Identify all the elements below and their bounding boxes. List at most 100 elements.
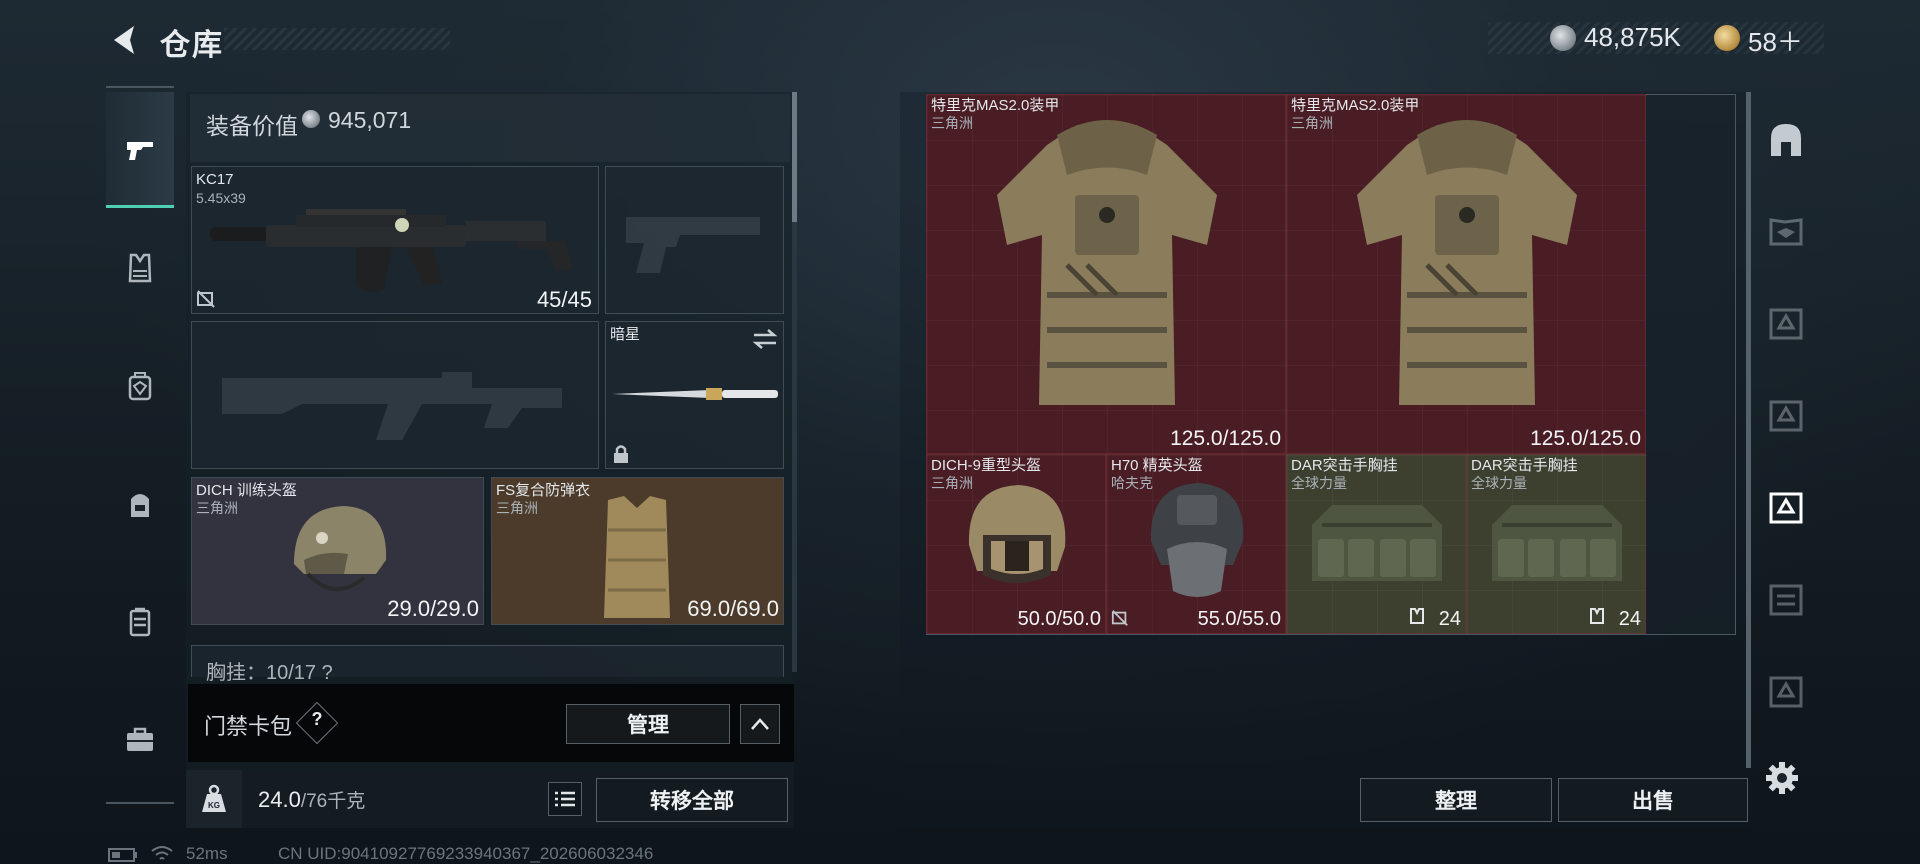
knife-image bbox=[612, 388, 778, 400]
left-nav bbox=[106, 86, 174, 804]
item-faction: 全球力量 bbox=[1471, 475, 1527, 491]
settings-gear-icon[interactable] bbox=[1764, 760, 1800, 796]
container-tab-icon bbox=[1769, 584, 1803, 616]
container-tab-active-icon bbox=[1769, 492, 1803, 524]
armor-faction: 三角洲 bbox=[496, 500, 538, 516]
slots-icon bbox=[1590, 608, 1604, 624]
ammo-count: 45/45 bbox=[536, 287, 592, 312]
helmet-slot[interactable]: DICH 训练头盔 三角洲 29.0/29.0 bbox=[191, 477, 484, 625]
nav-rig-tab[interactable] bbox=[106, 210, 174, 326]
armor-name: FS复合防弹衣 bbox=[496, 482, 591, 499]
page-title: 仓库 bbox=[160, 29, 224, 62]
gold-amount[interactable]: 58＋ bbox=[1748, 22, 1803, 59]
arch-icon bbox=[1771, 124, 1801, 156]
item-faction: 哈夫克 bbox=[1111, 475, 1153, 491]
back-arrow-icon[interactable] bbox=[104, 20, 144, 60]
sort-button[interactable]: 整理 bbox=[1360, 778, 1552, 822]
helmet-durability: 29.0/29.0 bbox=[387, 596, 479, 621]
vest-icon bbox=[128, 253, 152, 283]
item-name: 特里克MAS2.0装甲 bbox=[931, 97, 1060, 114]
storage-item[interactable]: DAR突击手胸挂 全球力量 24 bbox=[1466, 454, 1646, 634]
storage-tab-7[interactable] bbox=[1758, 648, 1814, 734]
storage-tab-4[interactable] bbox=[1758, 372, 1814, 458]
storage-item[interactable]: 特里克MAS2.0装甲 三角洲 125.0/125.0 bbox=[926, 94, 1286, 454]
storage-item[interactable]: H70 精英头盔 哈夫克 55.0/55.0 bbox=[1106, 454, 1286, 634]
container-tab-icon bbox=[1769, 400, 1803, 432]
manage-button[interactable]: 管理 bbox=[566, 704, 730, 744]
equipment-value-label: 装备价值 bbox=[206, 113, 298, 139]
armor-slot[interactable]: FS复合防弹衣 三角洲 69.0/69.0 bbox=[491, 477, 784, 625]
weight-kg-icon: KG bbox=[202, 784, 226, 812]
storage-items: 特里克MAS2.0装甲 三角洲 125.0/125.0 特里克MAS2.0装甲 三角洲 1… bbox=[926, 94, 1736, 635]
helmet-image bbox=[294, 506, 387, 592]
expand-button[interactable] bbox=[740, 704, 780, 744]
item-faction: 全球力量 bbox=[1291, 475, 1347, 491]
item-faction: 三角洲 bbox=[931, 475, 973, 491]
no-insure-icon bbox=[197, 290, 215, 308]
uid-text: CN UID:9041092776923394036​7_20260603234… bbox=[278, 844, 654, 863]
case-icon bbox=[127, 727, 153, 751]
battery-icon bbox=[108, 848, 137, 862]
lock-icon bbox=[614, 445, 628, 463]
storage-tab-6[interactable] bbox=[1758, 556, 1814, 642]
weight-current: 24.0 bbox=[258, 787, 301, 812]
storage-scrollbar[interactable] bbox=[1746, 92, 1751, 768]
nav-case-tab[interactable] bbox=[106, 682, 174, 798]
rig-row[interactable]: 胸挂：10/17 ? bbox=[191, 645, 784, 684]
storage-tab-all[interactable] bbox=[1758, 96, 1814, 182]
ping-text: 52ms bbox=[186, 844, 228, 863]
container-tab-icon bbox=[1769, 218, 1803, 246]
item-name: DAR突击手胸挂 bbox=[1471, 457, 1578, 474]
item-name: DICH-9重型头盔 bbox=[931, 457, 1042, 474]
silver-coin-icon bbox=[302, 110, 320, 128]
chest-rig-image bbox=[1482, 495, 1632, 600]
armor-vest-image bbox=[604, 496, 670, 618]
item-faction: 三角洲 bbox=[931, 115, 973, 131]
rifle-image bbox=[210, 209, 572, 293]
storage-tab-2[interactable] bbox=[1758, 188, 1814, 274]
primary-weapon-slot[interactable]: KC17 5.45x39 45/45 bbox=[191, 166, 599, 314]
item-value: 50.0/50.0 bbox=[1017, 608, 1101, 630]
silver-coin-icon bbox=[1550, 25, 1576, 51]
armor-image bbox=[1317, 105, 1617, 440]
storage-tabs bbox=[1758, 96, 1814, 762]
container-icon bbox=[129, 607, 151, 637]
storage-item[interactable]: DAR突击手胸挂 全球力量 24 bbox=[1286, 454, 1466, 634]
rifle-placeholder-icon bbox=[222, 372, 562, 440]
item-value: 55.0/55.0 bbox=[1197, 608, 1281, 630]
rig-capacity-text: 胸挂：10/17 ? bbox=[206, 662, 333, 684]
swap-icon[interactable] bbox=[752, 328, 778, 350]
melee-slot[interactable]: 暗星 bbox=[605, 321, 784, 469]
storage-tab-3[interactable] bbox=[1758, 280, 1814, 366]
list-button[interactable] bbox=[548, 782, 582, 816]
container-tab-icon bbox=[1769, 676, 1803, 708]
item-name: DAR突击手胸挂 bbox=[1291, 457, 1398, 474]
bag-icon bbox=[131, 494, 149, 517]
silver-amount[interactable]: 48,875K bbox=[1584, 22, 1681, 53]
kg-label: KG bbox=[208, 801, 220, 810]
list-icon bbox=[555, 791, 575, 807]
melee-name: 暗星 bbox=[610, 326, 641, 343]
storage-item[interactable]: DICH-9重型头盔 三角洲 50.0/50.0 bbox=[926, 454, 1106, 634]
item-value: 125.0/125.0 bbox=[1170, 427, 1281, 450]
helmet-name: DICH 训练头盔 bbox=[196, 482, 297, 499]
armor-durability: 69.0/69.0 bbox=[687, 596, 779, 621]
secondary-weapon-slot[interactable] bbox=[191, 321, 599, 469]
container-tab-icon bbox=[1769, 308, 1803, 340]
nav-weapon-tab[interactable] bbox=[106, 92, 174, 208]
pistol-slot[interactable] bbox=[605, 166, 784, 314]
pistol-placeholder-icon bbox=[626, 217, 760, 273]
nav-container-tab[interactable] bbox=[106, 564, 174, 680]
item-value: 24 bbox=[1618, 608, 1641, 630]
item-value: 24 bbox=[1438, 608, 1461, 630]
nav-armor-tab[interactable] bbox=[106, 328, 174, 444]
help-icon[interactable]: ? bbox=[302, 709, 332, 730]
no-insure-icon bbox=[1111, 610, 1128, 626]
loadout-scroll-thumb[interactable] bbox=[792, 92, 797, 222]
gold-coin-icon bbox=[1714, 25, 1740, 51]
storage-tab-5[interactable] bbox=[1758, 464, 1814, 550]
sell-button[interactable]: 出售 bbox=[1558, 778, 1748, 822]
nav-backpack-tab[interactable] bbox=[106, 446, 174, 562]
transfer-all-button[interactable]: 转移全部 bbox=[596, 778, 788, 822]
storage-item[interactable]: 特里克MAS2.0装甲 三角洲 125.0/125.0 bbox=[1286, 94, 1646, 454]
